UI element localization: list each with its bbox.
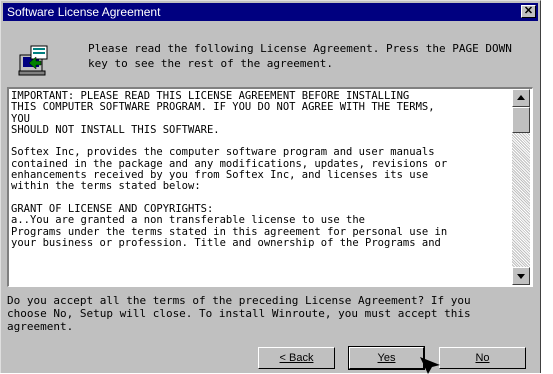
license-text: IMPORTANT: PLEASE READ THIS LICENSE AGRE…	[11, 90, 448, 249]
close-button[interactable]: ✕	[521, 5, 536, 18]
no-button[interactable]: No	[439, 347, 526, 369]
vertical-scrollbar[interactable]	[512, 89, 530, 285]
scroll-thumb[interactable]	[512, 107, 530, 133]
scroll-down-button[interactable]	[512, 267, 530, 285]
arrow-up-icon	[517, 95, 525, 100]
page-margin	[541, 0, 553, 373]
license-dialog: Software License Agreement ✕ Please read…	[0, 0, 541, 374]
accept-question: Do you accept all the terms of the prece…	[7, 294, 471, 333]
close-icon: ✕	[523, 5, 534, 17]
instruction-text: Please read the following License Agreem…	[88, 42, 512, 70]
back-button[interactable]: < Back	[258, 347, 335, 369]
license-text-area[interactable]: IMPORTANT: PLEASE READ THIS LICENSE AGRE…	[7, 87, 533, 287]
scroll-up-button[interactable]	[512, 89, 530, 107]
arrow-down-icon	[517, 274, 525, 279]
yes-button[interactable]: Yes	[348, 346, 425, 370]
window-title: Software License Agreement	[7, 5, 161, 19]
title-bar[interactable]: Software License Agreement ✕	[3, 3, 538, 21]
computer-install-icon	[18, 45, 48, 76]
mouse-cursor-icon	[420, 357, 440, 374]
